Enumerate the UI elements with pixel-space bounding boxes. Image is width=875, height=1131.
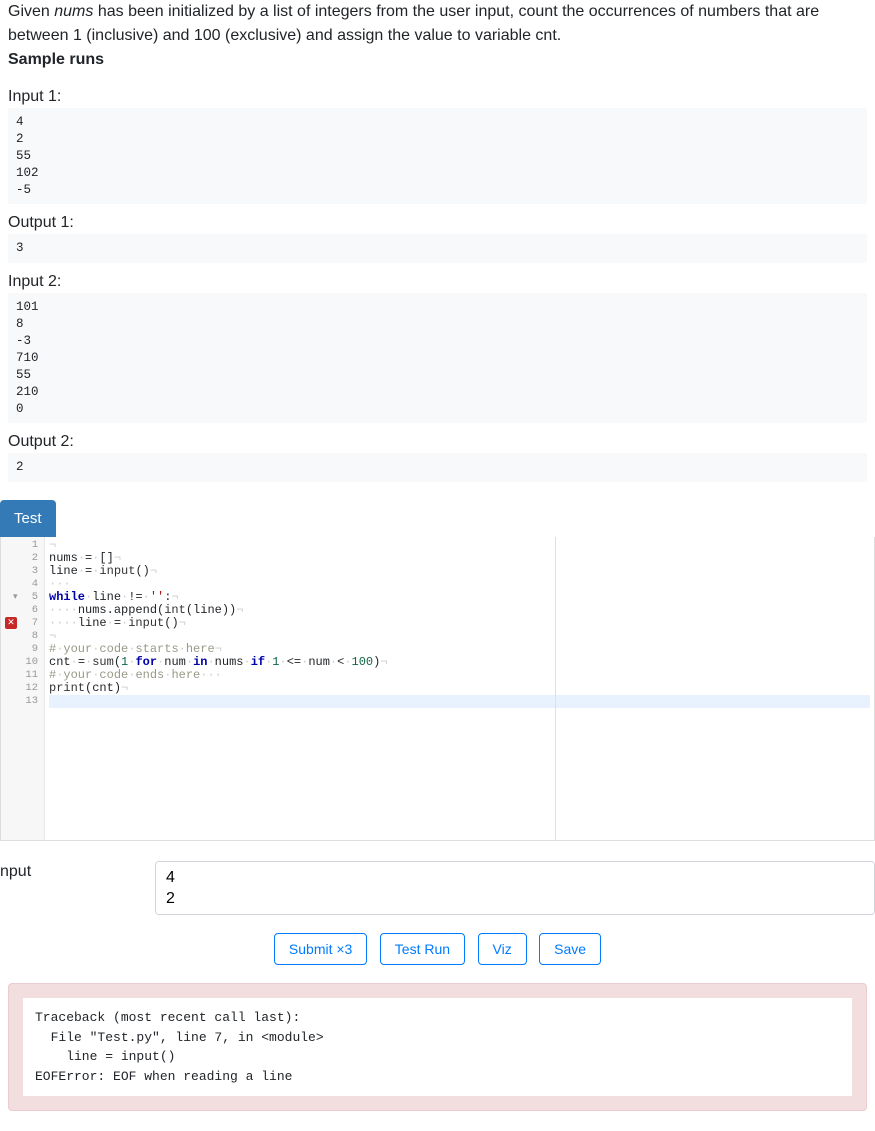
code-editor[interactable]: 12345▾678910111213 ¬nums·=·[]¬line·=·inp…: [0, 537, 875, 841]
problem-rest: has been initialized by a list of intege…: [8, 3, 819, 44]
submit-button[interactable]: Submit ×3: [274, 933, 367, 965]
viz-button[interactable]: Viz: [478, 933, 527, 965]
input2-block: 101 8 -3 710 55 210 0: [8, 293, 867, 423]
input1-block: 4 2 55 102 -5: [8, 108, 867, 204]
problem-description: Given nums has been initialized by a lis…: [8, 0, 867, 72]
editor-split-divider[interactable]: [555, 537, 556, 840]
output1-block: 3: [8, 234, 867, 263]
test-run-button[interactable]: Test Run: [380, 933, 465, 965]
editor-gutter: 12345▾678910111213: [17, 537, 45, 840]
problem-prefix: Given: [8, 3, 54, 20]
input2-label: Input 2:: [8, 273, 867, 291]
output2-label: Output 2:: [8, 433, 867, 451]
tab-test[interactable]: Test: [0, 500, 56, 537]
stdin-input[interactable]: 4 2: [155, 861, 875, 915]
editor-code[interactable]: ¬nums·=·[]¬line·=·input()¬···while·line·…: [45, 537, 874, 840]
error-output: Traceback (most recent call last): File …: [23, 998, 852, 1096]
stdin-label: nput: [0, 861, 155, 881]
button-row: Submit ×3 Test Run Viz Save: [8, 933, 867, 965]
error-panel: Traceback (most recent call last): File …: [8, 983, 867, 1111]
problem-varname: nums: [54, 3, 93, 20]
output2-block: 2: [8, 453, 867, 482]
save-button[interactable]: Save: [539, 933, 601, 965]
sample-runs-label: Sample runs: [8, 51, 104, 68]
input1-label: Input 1:: [8, 88, 867, 106]
output1-label: Output 1:: [8, 214, 867, 232]
